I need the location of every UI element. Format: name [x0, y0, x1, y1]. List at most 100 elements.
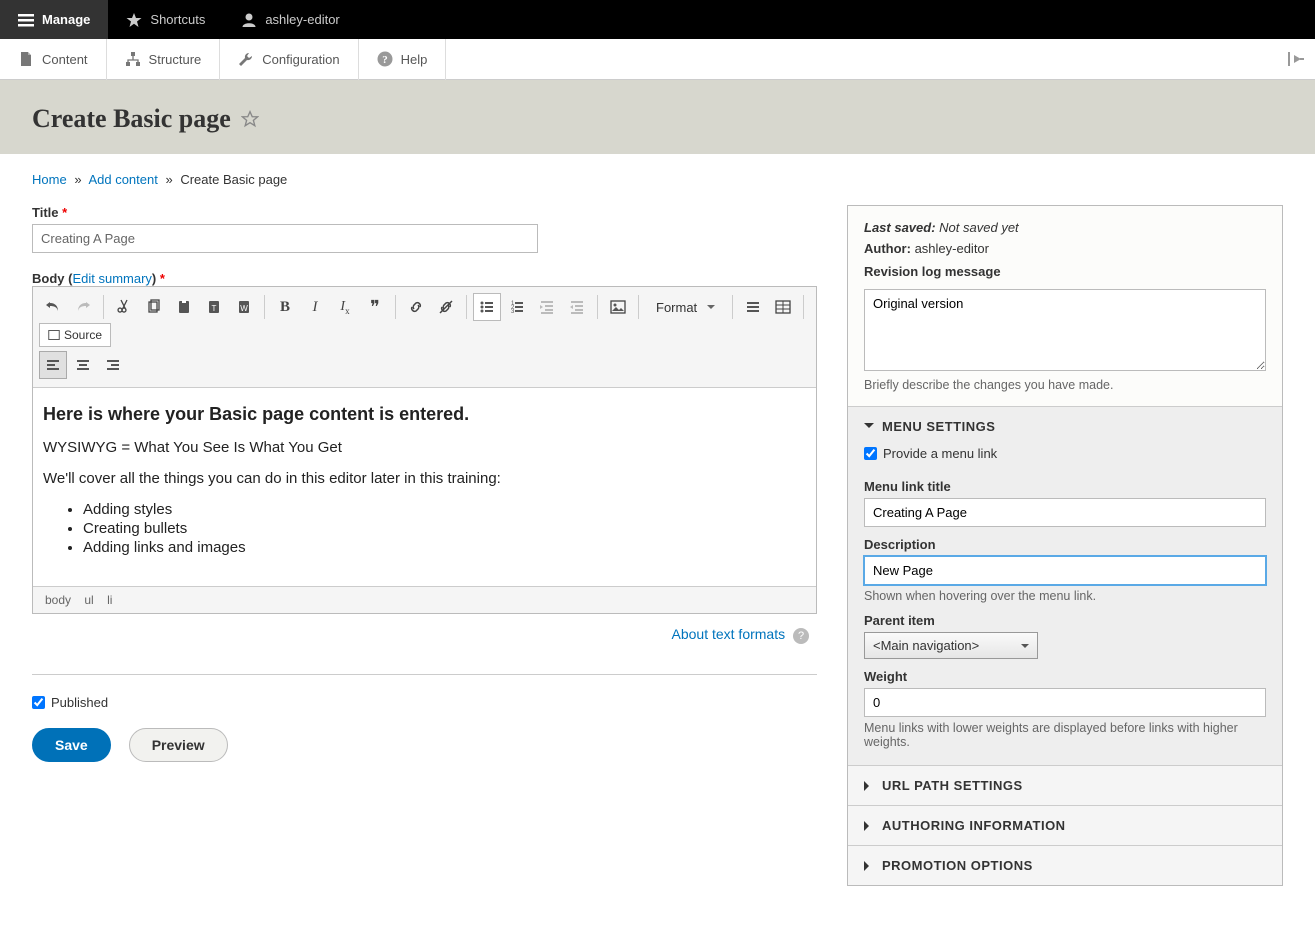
paste-text-button[interactable]: T [200, 293, 228, 321]
cut-button[interactable] [110, 293, 138, 321]
svg-text:3: 3 [511, 309, 515, 315]
align-left-button[interactable] [39, 351, 67, 379]
nav-content[interactable]: Content [0, 39, 107, 80]
source-icon [48, 329, 60, 341]
editor-element-path: body ul li [33, 586, 816, 613]
number-list-button[interactable]: 123 [503, 293, 531, 321]
user-menu[interactable]: ashley-editor [223, 0, 357, 39]
svg-text:T: T [212, 304, 217, 313]
editor-toolbar: T W B I Ix ❞ 123 [33, 287, 816, 388]
source-button[interactable]: Source [39, 323, 111, 347]
list-item: Adding styles [83, 501, 806, 518]
bullet-list-button[interactable] [473, 293, 501, 321]
redo-button[interactable] [69, 293, 97, 321]
path-body[interactable]: body [45, 593, 71, 607]
undo-button[interactable] [39, 293, 67, 321]
align-block-button[interactable] [739, 293, 767, 321]
menu-description-input[interactable] [864, 556, 1266, 585]
cut-icon [116, 299, 132, 315]
body-label: Body (Edit summary) * [32, 271, 165, 286]
help-icon: ? [377, 51, 393, 67]
menu-link-title-input[interactable] [864, 498, 1266, 527]
remove-format-button[interactable]: Ix [331, 293, 359, 321]
promotion-panel: PROMOTION OPTIONS [848, 846, 1282, 885]
italic-button[interactable]: I [301, 293, 329, 321]
star-icon [126, 12, 142, 28]
align-right-icon [105, 357, 121, 373]
parent-item-select[interactable]: <Main navigation> [864, 632, 1038, 659]
wysiwyg-editor: T W B I Ix ❞ 123 [32, 286, 817, 614]
caret-right-icon [864, 821, 874, 831]
outdent-button[interactable] [533, 293, 561, 321]
align-center-button[interactable] [69, 351, 97, 379]
caret-right-icon [864, 861, 874, 871]
about-text-formats-link[interactable]: About text formats [672, 626, 786, 642]
paste-word-button[interactable]: W [230, 293, 258, 321]
provide-menu-link-checkbox[interactable] [864, 447, 877, 460]
svg-text:W: W [240, 304, 248, 313]
edit-summary-link[interactable]: Edit summary [72, 271, 151, 286]
align-block-icon [745, 299, 761, 315]
format-select[interactable]: Format [645, 294, 726, 321]
collapse-toolbar-button[interactable] [1287, 50, 1305, 71]
link-button[interactable] [402, 293, 430, 321]
list-item: Adding links and images [83, 539, 806, 556]
editor-content-area[interactable]: Here is where your Basic page content is… [33, 388, 816, 586]
breadcrumb-current: Create Basic page [180, 172, 287, 187]
user-label: ashley-editor [265, 12, 339, 27]
menu-settings-panel: MENU SETTINGS Provide a menu link Menu l… [848, 407, 1282, 766]
svg-text:?: ? [382, 54, 388, 66]
align-right-button[interactable] [99, 351, 127, 379]
unlink-button[interactable] [432, 293, 460, 321]
favorite-star-icon[interactable] [241, 110, 259, 128]
bold-button[interactable]: B [271, 293, 299, 321]
revision-log-textarea[interactable]: Original version [864, 289, 1266, 371]
menu-settings-header[interactable]: MENU SETTINGS [848, 407, 1282, 446]
indent-button[interactable] [563, 293, 591, 321]
shortcuts-menu[interactable]: Shortcuts [108, 0, 223, 39]
save-button[interactable]: Save [32, 728, 111, 762]
paste-icon [176, 299, 192, 315]
breadcrumb-add-content[interactable]: Add content [88, 172, 157, 187]
sidebar: Last saved: Not saved yet Author: ashley… [847, 205, 1283, 886]
nav-help[interactable]: ? Help [359, 39, 447, 80]
table-button[interactable] [769, 293, 797, 321]
list-item: Creating bullets [83, 520, 806, 537]
copy-button[interactable] [140, 293, 168, 321]
meta-panel: Last saved: Not saved yet Author: ashley… [848, 206, 1282, 407]
url-path-header[interactable]: URL PATH SETTINGS [848, 766, 1282, 805]
blockquote-button[interactable]: ❞ [361, 293, 389, 321]
nav-configuration[interactable]: Configuration [220, 39, 358, 80]
admin-topbar: Manage Shortcuts ashley-editor [0, 0, 1315, 39]
text-format-help: About text formats ? [32, 614, 817, 656]
path-li[interactable]: li [107, 593, 112, 607]
link-icon [408, 299, 424, 315]
breadcrumb-home[interactable]: Home [32, 172, 67, 187]
manage-label: Manage [42, 12, 90, 27]
manage-menu[interactable]: Manage [0, 0, 108, 39]
path-ul[interactable]: ul [84, 593, 93, 607]
shortcuts-label: Shortcuts [150, 12, 205, 27]
nav-structure[interactable]: Structure [107, 39, 221, 80]
paste-text-icon: T [206, 299, 222, 315]
weight-input[interactable] [864, 688, 1266, 717]
authoring-header[interactable]: AUTHORING INFORMATION [848, 806, 1282, 845]
document-icon [18, 51, 34, 67]
number-list-icon: 123 [509, 299, 525, 315]
published-checkbox[interactable] [32, 696, 45, 709]
promotion-header[interactable]: PROMOTION OPTIONS [848, 846, 1282, 885]
help-icon[interactable]: ? [793, 628, 809, 644]
preview-button[interactable]: Preview [129, 728, 228, 762]
paste-button[interactable] [170, 293, 198, 321]
paste-word-icon: W [236, 299, 252, 315]
revision-label: Revision log message [864, 264, 1001, 279]
redo-icon [75, 299, 91, 315]
image-button[interactable] [604, 293, 632, 321]
wrench-icon [238, 51, 254, 67]
caret-down-icon [864, 423, 874, 433]
page-title: Create Basic page [32, 104, 1283, 134]
title-input[interactable] [32, 224, 538, 253]
caret-right-icon [864, 781, 874, 791]
title-label: Title * [32, 205, 817, 220]
copy-icon [146, 299, 162, 315]
